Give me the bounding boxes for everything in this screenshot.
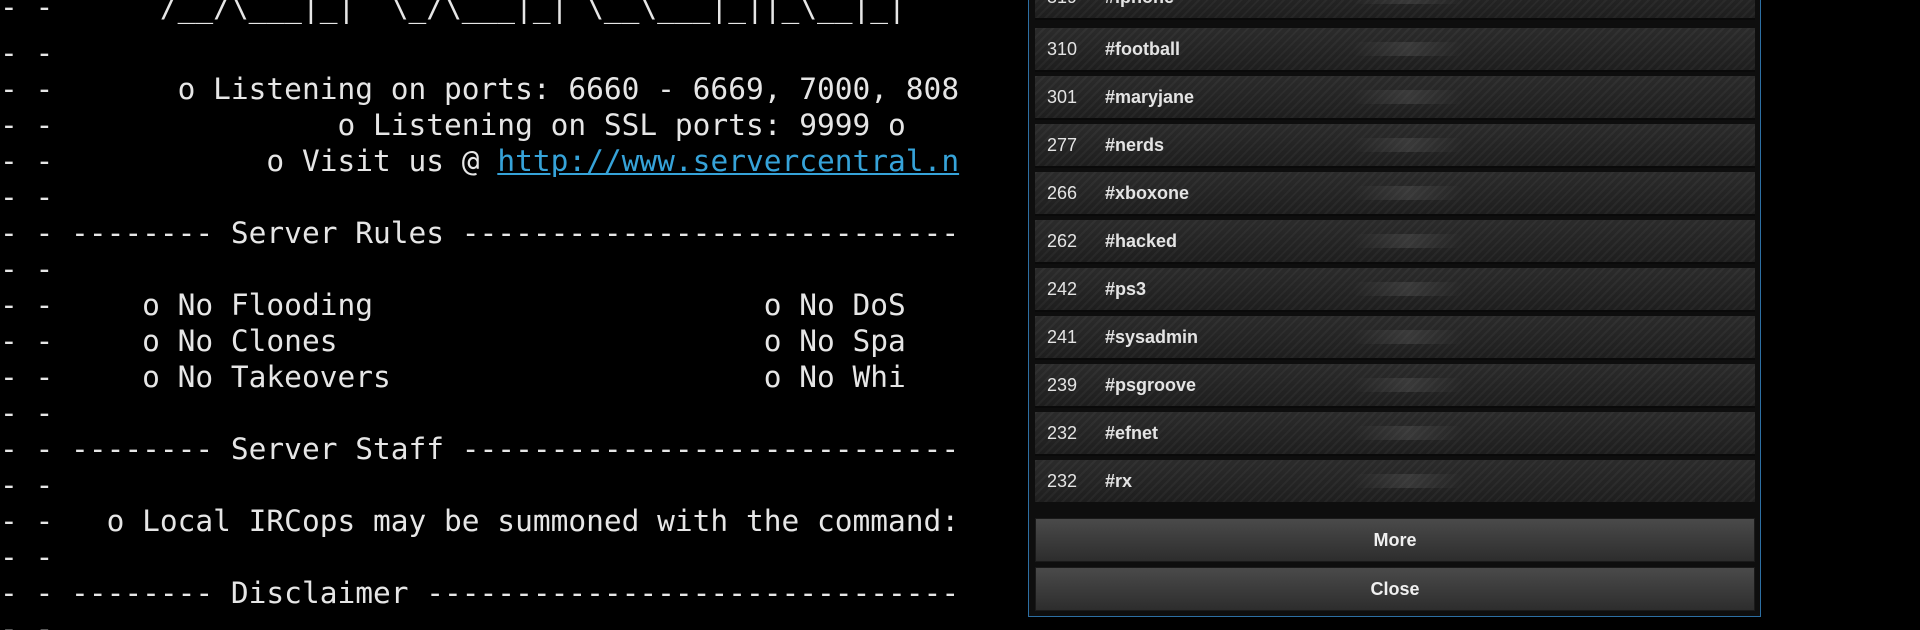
channel-name: #iphone <box>1105 0 1174 18</box>
channel-topic <box>1353 378 1463 392</box>
user-count: 242 <box>1047 279 1078 299</box>
line-gutter: - - <box>0 144 54 178</box>
close-button[interactable]: Close <box>1035 567 1755 611</box>
channel-topic <box>1353 330 1463 344</box>
line-text: o Listening on SSL ports: 9999 o <box>53 108 906 142</box>
line-text: o Local IRCops may be summoned with the … <box>53 504 960 538</box>
line-text: o No Flooding o No DoS <box>53 288 906 322</box>
terminal-line: - - o No Clones o No Spa <box>0 323 906 359</box>
terminal-line: - - o No Flooding o No DoS <box>0 287 906 323</box>
channel-row[interactable]: 310 #football <box>1035 28 1755 72</box>
terminal-line: - - -------- Disclaimer ----------------… <box>0 575 959 611</box>
line-gutter: - - <box>0 504 54 538</box>
channel-row[interactable]: 266 #xboxone <box>1035 172 1755 216</box>
terminal-line: - - -------- Server Staff --------------… <box>0 431 959 467</box>
user-count: 319 <box>1047 0 1077 18</box>
channel-topic <box>1353 90 1463 104</box>
line-gutter: - - <box>0 576 54 610</box>
user-count: 266 <box>1047 183 1078 203</box>
channel-topic <box>1353 42 1463 56</box>
channel-name: #efnet <box>1105 423 1159 443</box>
channel-name: #rx <box>1105 471 1133 491</box>
channel-name: #nerds <box>1105 135 1165 155</box>
channel-topic <box>1353 474 1463 488</box>
terminal-line: - - -------- Server Rules --------------… <box>0 215 959 251</box>
channel-topic <box>1353 282 1463 296</box>
terminal-line: - - o Listening on SSL ports: 9999 o <box>0 107 906 143</box>
terminal-line: - - <box>0 539 53 575</box>
channel-name: #hacked <box>1105 231 1178 251</box>
line-text: o No Clones o No Spa <box>53 324 906 358</box>
channel-name: #maryjane <box>1105 87 1195 107</box>
channel-row[interactable]: 301 #maryjane <box>1035 76 1755 120</box>
channel-row[interactable]: 232 #rx <box>1035 460 1755 502</box>
line-text: -------- Disclaimer --------------------… <box>53 576 960 610</box>
right-blank-area <box>1762 0 1920 630</box>
channel-list[interactable]: 319 #iphone 310 #football 301 #maryjane 277… <box>1035 0 1755 502</box>
line-gutter: - - <box>0 612 54 630</box>
line-gutter: - - <box>0 468 54 502</box>
line-gutter: - - <box>0 540 54 574</box>
channel-topic <box>1353 426 1463 440</box>
terminal-line: - - o Local IRCops may be summoned with … <box>0 503 959 539</box>
terminal-line: - - <box>0 467 53 503</box>
channel-row[interactable]: 241 #sysadmin <box>1035 316 1755 360</box>
terminal-line: - - o Visit us @ http://www.servercentra… <box>0 143 959 179</box>
channel-row[interactable]: 319 #iphone <box>1035 0 1755 20</box>
user-count: 241 <box>1047 327 1078 347</box>
line-text: o No Takeovers o No Whi <box>53 360 906 394</box>
line-gutter: - - <box>0 432 54 466</box>
line-gutter: - - <box>0 108 54 142</box>
terminal-line: - - <box>0 395 53 431</box>
line-text: -------- Server Rules ------------------… <box>53 216 960 250</box>
user-count: 232 <box>1047 423 1078 443</box>
channel-name: #xboxone <box>1105 183 1190 203</box>
terminal-line: - - o No Takeovers o No Whi <box>0 359 906 395</box>
channel-name: #sysadmin <box>1105 327 1199 347</box>
channel-topic <box>1353 0 1463 4</box>
website-link[interactable]: http://www.servercentral.n <box>497 144 959 178</box>
channel-row[interactable]: 242 #ps3 <box>1035 268 1755 312</box>
user-count: 310 <box>1047 39 1078 59</box>
terminal-line: - - <box>0 35 53 71</box>
channel-row[interactable]: 232 #efnet <box>1035 412 1755 456</box>
channel-name: #football <box>1105 39 1180 59</box>
line-text: o Listening on ports: 6660 - 6669, 7000,… <box>53 72 960 106</box>
line-text: -------- Server Staff ------------------… <box>53 432 960 466</box>
more-button[interactable]: More <box>1035 518 1755 562</box>
user-count: 301 <box>1047 87 1078 107</box>
line-gutter: - - <box>0 324 54 358</box>
line-gutter: - - <box>0 396 54 430</box>
terminal-line: - - <box>0 179 53 215</box>
channel-topic <box>1353 138 1463 152</box>
terminal-line: - - /__/\___|_| \_/\___|_| \__\___|_||_\… <box>0 0 906 25</box>
line-gutter: - - <box>0 288 54 322</box>
line-gutter: - - <box>0 216 54 250</box>
channel-topic <box>1353 234 1463 248</box>
user-count: 239 <box>1047 375 1078 395</box>
channel-row[interactable]: 277 #nerds <box>1035 124 1755 168</box>
line-text: o Visit us @ <box>53 144 498 178</box>
line-gutter: - - <box>0 360 54 394</box>
channel-topic <box>1353 186 1463 200</box>
channel-name: #psgroove <box>1105 375 1197 395</box>
terminal-line: - - o Listening on ports: 6660 - 6669, 7… <box>0 71 959 107</box>
line-gutter: - - <box>0 72 54 106</box>
line-gutter: - - <box>0 180 54 214</box>
line-text: /__/\___|_| \_/\___|_| \__\___|_||_\__|_… <box>53 0 906 24</box>
terminal-line: - - <box>0 251 53 287</box>
channel-row[interactable]: 239 #psgroove <box>1035 364 1755 408</box>
user-count: 232 <box>1047 471 1078 491</box>
line-gutter: - - <box>0 36 54 70</box>
user-count: 277 <box>1047 135 1078 155</box>
line-gutter: - - <box>0 0 54 24</box>
channel-list-dialog: 319 #iphone 310 #football 301 #maryjane 277… <box>1028 0 1761 617</box>
line-gutter: - - <box>0 252 54 286</box>
terminal-line: - - <box>0 611 53 630</box>
channel-row[interactable]: 262 #hacked <box>1035 220 1755 264</box>
user-count: 262 <box>1047 231 1078 251</box>
channel-name: #ps3 <box>1105 279 1147 299</box>
